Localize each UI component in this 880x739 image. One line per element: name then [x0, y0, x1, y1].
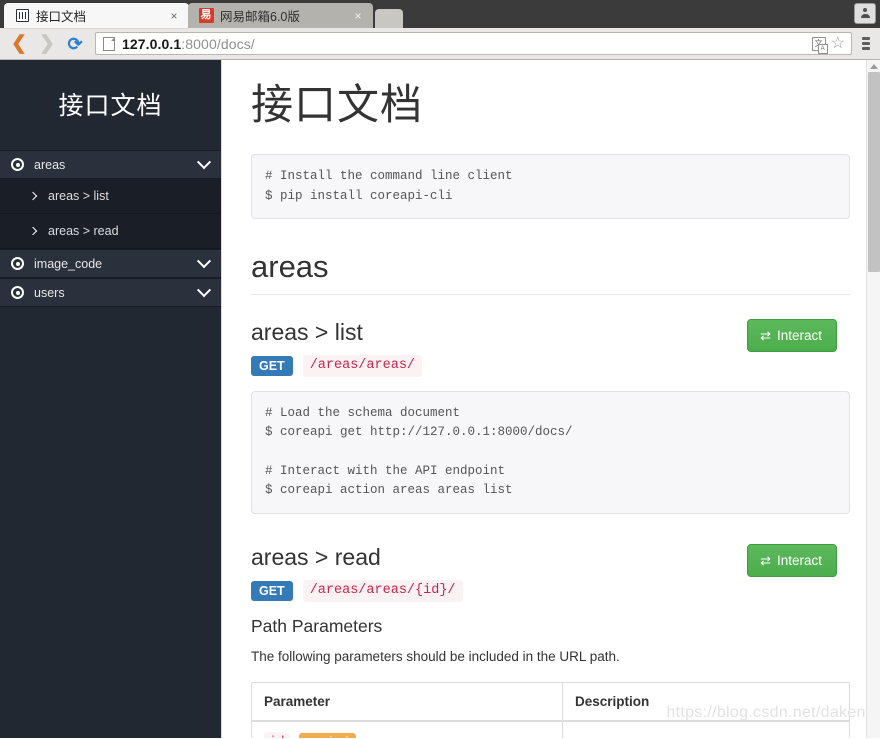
address-bar[interactable]: 127.0.0.1:8000/docs/ 文 ☆ [95, 32, 852, 55]
bookmark-star-icon[interactable]: ☆ [831, 35, 845, 52]
main-content: 接口文档 # Install the command line client $… [222, 60, 880, 738]
endpoint-method-row: GET /areas/areas/{id}/ [251, 580, 850, 602]
exchange-icon: ⇄ [760, 552, 771, 568]
sidebar-item-image-code-label: image_code [34, 256, 103, 271]
browser-tabstrip: 接口文档 × 易 网易邮箱6.0版 × [0, 0, 880, 28]
sidebar-item-areas-list[interactable]: areas > list [0, 179, 221, 214]
translate-icon[interactable]: 文 [811, 36, 828, 54]
browser-tab-2[interactable]: 易 网易邮箱6.0版 × [188, 3, 373, 28]
forward-button[interactable]: ❯ [34, 31, 60, 57]
method-badge-get: GET [251, 580, 293, 602]
sidebar-item-users-label: users [34, 285, 65, 300]
scroll-up-arrow-icon[interactable] [867, 60, 880, 72]
endpoint-path: /areas/areas/ [302, 355, 423, 377]
new-tab-button[interactable] [375, 9, 403, 28]
netease-yi-icon: 易 [198, 8, 214, 23]
chevron-right-icon [28, 191, 38, 201]
browser-tab-1[interactable]: 接口文档 × [4, 3, 189, 28]
sidebar-item-areas[interactable]: areas [0, 150, 221, 179]
page-info-icon [103, 36, 115, 51]
browser-tab-2-title: 网易邮箱6.0版 [220, 10, 300, 24]
method-badge-get: GET [251, 355, 293, 377]
profile-button[interactable] [854, 3, 876, 24]
back-button[interactable]: ❮ [6, 31, 32, 57]
cell-description [562, 721, 849, 738]
table-header-row: Parameter Description [251, 682, 850, 722]
chevron-down-icon[interactable] [196, 253, 212, 268]
chevron-left-icon: ❮ [11, 33, 27, 54]
address-bar-text: 127.0.0.1:8000/docs/ [122, 36, 255, 52]
disc-icon [11, 257, 24, 270]
sidebar-brand: 接口文档 [58, 92, 163, 120]
column-header-description: Description [562, 682, 850, 722]
interact-button-label: Interact [776, 327, 822, 343]
chevron-right-icon: ❯ [39, 33, 55, 54]
sidebar: 接口文档 areas areas > list areas > read ima… [0, 60, 222, 738]
endpoint-areas-list: areas > list GET /areas/areas/ ⇄ Interac… [251, 318, 850, 514]
sidebar-item-areas-read-label: areas > read [48, 224, 119, 238]
browser-chrome: 接口文档 × 易 网易邮箱6.0版 × ❮ ❯ ⟳ 127.0.0.1:8000… [0, 0, 880, 60]
endpoint-code-block: # Load the schema document $ coreapi get… [251, 390, 850, 514]
chevron-down-icon[interactable] [196, 154, 212, 169]
install-code-block: # Install the command line client $ pip … [251, 154, 850, 219]
url-host: 127.0.0.1 [122, 35, 182, 52]
sidebar-item-areas-list-label: areas > list [48, 189, 109, 203]
section-title-areas: areas [251, 248, 329, 284]
person-icon [860, 8, 870, 19]
reload-icon: ⟳ [67, 33, 83, 54]
chevron-right-icon [28, 226, 38, 236]
disc-icon [11, 286, 24, 299]
endpoint-path: /areas/areas/{id}/ [302, 580, 463, 602]
sidebar-item-areas-label: areas [34, 157, 66, 172]
browser-tab-1-title: 接口文档 [36, 10, 87, 24]
scrollbar-thumb[interactable] [868, 72, 880, 272]
sidebar-item-image-code[interactable]: image_code [0, 249, 221, 278]
chevron-down-icon[interactable] [196, 282, 212, 297]
section-divider [251, 293, 850, 295]
interact-button-label: Interact [776, 552, 822, 568]
parameters-table: Parameter Description id required [251, 681, 850, 738]
sidebar-item-users[interactable]: users [0, 278, 221, 307]
column-header-parameter: Parameter [251, 682, 563, 722]
hamburger-menu-icon[interactable] [858, 37, 874, 50]
url-path: :8000/docs/ [181, 35, 255, 52]
path-parameters-description: The following parameters should be inclu… [251, 648, 620, 664]
page-body: 接口文档 areas areas > list areas > read ima… [0, 60, 880, 738]
browser-tab-2-close-icon[interactable]: × [351, 10, 365, 22]
table-row: id required [251, 720, 850, 738]
path-parameters-heading: Path Parameters [251, 615, 383, 636]
interact-button[interactable]: ⇄ Interact [747, 318, 837, 353]
cell-parameter: id required [251, 720, 563, 738]
page-title: 接口文档 [251, 81, 424, 128]
book-icon [14, 8, 30, 24]
exchange-icon: ⇄ [760, 327, 771, 343]
endpoint-areas-read: areas > read GET /areas/areas/{id}/ ⇄ In… [251, 543, 850, 738]
browser-toolbar: ❮ ❯ ⟳ 127.0.0.1:8000/docs/ 文 ☆ [0, 28, 880, 60]
disc-icon [11, 158, 24, 171]
browser-tab-1-close-icon[interactable]: × [167, 10, 181, 22]
address-bar-actions: 文 ☆ [811, 35, 847, 54]
parameter-name: id [264, 731, 290, 738]
sidebar-item-areas-read[interactable]: areas > read [0, 214, 221, 249]
endpoint-method-row: GET /areas/areas/ [251, 355, 850, 377]
required-badge: required [299, 732, 356, 738]
interact-button[interactable]: ⇄ Interact [747, 543, 837, 578]
reload-button[interactable]: ⟳ [62, 31, 88, 57]
vertical-scrollbar[interactable] [866, 60, 880, 738]
